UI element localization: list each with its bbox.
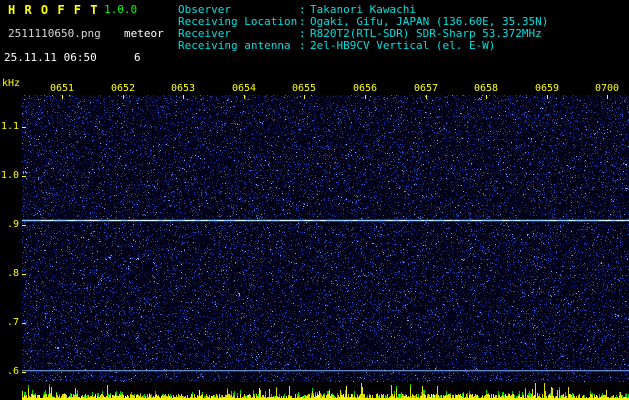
x-axis-tick-label: 0653 xyxy=(170,83,196,94)
info-colon: : xyxy=(299,39,306,52)
x-axis-tick-label: 0656 xyxy=(352,83,378,94)
x-axis-tick-label: 0651 xyxy=(49,83,75,94)
y-axis-tick-label: 1.1 xyxy=(0,121,19,132)
meteor-count: 6 xyxy=(134,51,141,64)
app-version: 1.0.0 xyxy=(104,3,138,16)
x-axis-tick-label: 0700 xyxy=(594,83,620,94)
spectrogram-canvas xyxy=(22,95,629,382)
observer-info-table: Observer: Takanori Kawachi Receiving Locat… xyxy=(178,4,548,52)
output-filename: 2511110650.png xyxy=(8,27,101,40)
x-axis-tick-label: 0659 xyxy=(534,83,560,94)
x-axis-tick-label: 0654 xyxy=(231,83,257,94)
x-axis-tick-label: 0652 xyxy=(110,83,136,94)
info-row: Receiving antenna:2el-HB9CV Vertical (el… xyxy=(178,40,548,52)
mode-label: meteor xyxy=(124,27,164,40)
x-axis-tick-label: 0655 xyxy=(291,83,317,94)
x-axis-tick-label: 0658 xyxy=(473,83,499,94)
y-axis-tick-label: .7 xyxy=(6,317,19,328)
observation-start-time: 25.11.11 06:50 xyxy=(4,51,97,64)
info-label: Receiving antenna xyxy=(178,39,291,52)
y-axis-tick-label: 1.0 xyxy=(0,170,19,181)
y-axis-tick-label: .8 xyxy=(6,268,19,279)
y-axis-unit-label: kHz xyxy=(2,78,21,89)
hrofft-window: H R O F F T 1.0.0 2511110650.png meteor … xyxy=(0,0,629,400)
info-value: 2el-HB9CV Vertical (el. E-W) xyxy=(310,39,496,52)
signal-level-strip xyxy=(22,383,629,400)
x-axis-tick-label: 0657 xyxy=(413,83,439,94)
app-title: H R O F F T xyxy=(8,3,99,17)
y-axis-tick-label: .9 xyxy=(6,219,19,230)
y-axis-tick-label: .6 xyxy=(6,366,19,377)
